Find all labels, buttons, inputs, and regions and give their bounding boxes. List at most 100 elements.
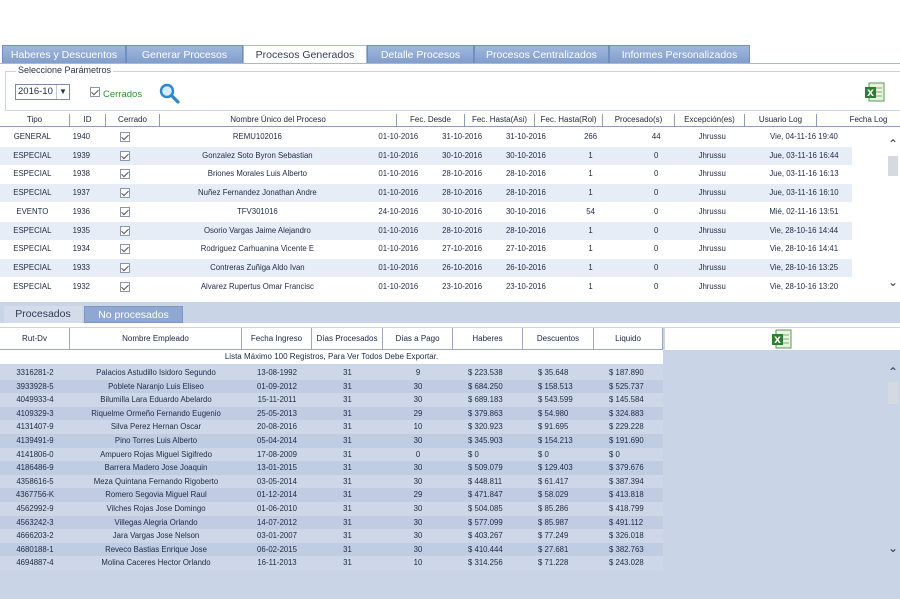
cell-liquido: $ 243.028	[609, 558, 644, 568]
tab-procesos-generados[interactable]: Procesos Generados	[243, 45, 367, 64]
cell-dias-procesados: 31	[343, 436, 352, 445]
column-header-excepciones[interactable]: Excepción(es)	[675, 114, 745, 127]
tab-no-procesados[interactable]: No procesados	[84, 306, 183, 323]
table-row[interactable]: ESPECIAL 1933 Contreras Zuñiga Aldo Ivan 01…	[0, 258, 852, 277]
cerrado-checkbox[interactable]	[98, 128, 148, 146]
table-row[interactable]: GENERAL 1940 REMU102016 01-10-2016 31-10-201…	[0, 128, 852, 146]
table-row[interactable]: ESPECIAL 1938 Briones Morales Luis Alberto…	[0, 165, 852, 183]
column-header-nombre-proceso[interactable]: Nombre Único del Proceso	[160, 114, 397, 127]
table-row[interactable]: ESPECIAL 1934 Rodriguez Carhuanina Vicente…	[0, 240, 852, 258]
excel-export-icon[interactable]: X	[864, 81, 886, 103]
cerrado-checkbox[interactable]	[98, 259, 148, 277]
cerrado-checkbox[interactable]	[98, 222, 148, 240]
cerrado-checkbox[interactable]	[98, 165, 148, 183]
cell-fec-hasta-rol: 30-10-2016	[505, 150, 546, 160]
tab-procesados[interactable]: Procesados	[4, 306, 82, 323]
processes-scrollbar[interactable]: ⌃ ⌄	[886, 138, 900, 288]
column-header-descuentos[interactable]: Descuentos	[523, 328, 594, 350]
column-header-fecha-log[interactable]: Fecha Log	[817, 114, 900, 127]
tab-haberes-descuentos[interactable]: Haberes y Descuentos	[2, 45, 126, 64]
tab-generar-procesos[interactable]: Generar Procesos	[126, 45, 243, 64]
check-icon[interactable]	[119, 188, 130, 199]
period-select[interactable]: 2016-10 ▼	[15, 84, 70, 100]
table-row[interactable]: 4141806-0 Ampuero Rojas Miguel Sigifredo 1…	[0, 447, 663, 462]
check-icon[interactable]	[119, 169, 130, 180]
table-row[interactable]: 4563242-3 Villegas Alegria Orlando 14-07-2…	[0, 515, 663, 530]
table-row[interactable]: ESPECIAL 1937 Nuñez Fernandez Jonathan And…	[0, 184, 852, 203]
employees-scrollbar[interactable]: ⌃ ⌄	[886, 366, 900, 556]
check-icon[interactable]	[119, 262, 130, 273]
column-header-fec-desde[interactable]: Fec. Desde	[397, 114, 465, 127]
column-header-cerrado[interactable]: Cerrado	[106, 114, 160, 127]
check-icon[interactable]	[119, 281, 130, 292]
column-header-fecha-ingreso[interactable]: Fecha Ingreso	[242, 328, 312, 350]
cell-liquido: $ 525.737	[609, 381, 644, 391]
cell-nombre-empleado: Pino Torres Luis Alberto	[114, 436, 198, 445]
scroll-thumb[interactable]	[888, 382, 898, 404]
tab-informes-personalizados[interactable]: Informes Personalizados	[609, 45, 750, 64]
table-row[interactable]: 4680188-1 Reveco Bastias Enrique Jose 06-0…	[0, 542, 663, 557]
table-row[interactable]: 4109329-3 Riquelme Ormeño Fernando Eugeni…	[0, 406, 663, 421]
cerrado-checkbox[interactable]	[98, 203, 148, 221]
cell-nombre-empleado: Riquelme Ormeño Fernando Eugenio	[91, 408, 221, 418]
check-icon[interactable]	[119, 244, 130, 255]
cell-liquido: $ 0	[609, 449, 620, 459]
scroll-up-icon[interactable]: ⌃	[886, 138, 900, 150]
table-row[interactable]: 4049933-4 Bilumilla Lara Eduardo Abelardo…	[0, 393, 663, 407]
search-icon[interactable]	[158, 82, 180, 104]
column-header-fec-hasta-asi[interactable]: Fec. Hasta(Asi)	[465, 114, 535, 127]
column-header-id[interactable]: ID	[70, 114, 106, 127]
table-row[interactable]: 4694887-4 Molina Caceres Hector Orlando 16…	[0, 556, 663, 570]
table-row[interactable]: 3933928-5 Poblete Naranjo Luis Eliseo 01-0…	[0, 379, 663, 394]
column-header-usuario-log[interactable]: Usuario Log	[745, 114, 817, 127]
cell-fecha-ingreso: 16-11-2013	[257, 558, 297, 568]
check-icon[interactable]	[119, 150, 130, 161]
column-header-liquido[interactable]: Liquido	[594, 328, 663, 350]
cerrado-checkbox[interactable]	[98, 278, 148, 296]
scroll-thumb[interactable]	[888, 156, 898, 176]
table-row[interactable]: ESPECIAL 1932 Alvarez Rupertus Omar Franci…	[0, 278, 852, 296]
cell-dias-procesados: 31	[343, 381, 352, 391]
column-header-haberes[interactable]: Haberes	[453, 328, 523, 350]
check-icon[interactable]	[119, 225, 130, 236]
column-header-nombre-empleado[interactable]: Nombre Empleado	[70, 328, 242, 350]
table-row[interactable]: 4358616-5 Meza Quintana Fernando Rigobert…	[0, 474, 663, 489]
cerrados-checkbox[interactable]	[90, 87, 100, 97]
cell-rut-dv: 3933928-5	[16, 381, 54, 391]
check-icon[interactable]	[119, 132, 130, 142]
excel-export-icon[interactable]: X	[771, 328, 793, 350]
table-row[interactable]: 4131407-9 Silva Perez Hernan Oscar 20-08-2…	[0, 420, 663, 434]
table-row[interactable]: 4666203-2 Jara Vargas Jose Nelson 03-01-20…	[0, 529, 663, 543]
tab-detalle-procesos[interactable]: Detalle Procesos	[367, 45, 474, 64]
table-row[interactable]: EVENTO 1936 TFV301016 24-10-2016 30-10-2016 3…	[0, 203, 852, 221]
cell-descuentos: $ 91.695	[538, 422, 569, 432]
table-row[interactable]: 4562992-9 Vilches Rojas Jose Domingo 01-06…	[0, 502, 663, 516]
cell-nombre-proceso: Nuñez Fernandez Jonathan Andre	[198, 188, 317, 198]
cell-liquido: $ 326.018	[609, 531, 644, 541]
table-row[interactable]: 4367756-K Romero Segovia Miguel Raul 01-12…	[0, 488, 663, 502]
cell-procesados: 1	[588, 244, 593, 254]
cell-dias-a-pago: 30	[413, 517, 423, 527]
cell-fec-desde: 01-10-2016	[378, 225, 419, 235]
table-row[interactable]: ESPECIAL 1939 Gonzalez Soto Byron Sebastia…	[0, 146, 852, 165]
column-header-dias-procesados[interactable]: Días Procesados	[312, 328, 383, 350]
cerrado-checkbox[interactable]	[98, 147, 148, 165]
cell-liquido: $ 413.818	[609, 490, 644, 500]
column-header-dias-a-pago[interactable]: Días a Pago	[383, 328, 453, 350]
check-icon[interactable]	[119, 206, 130, 217]
scroll-down-icon[interactable]: ⌄	[886, 542, 900, 554]
table-row[interactable]: 3316281-2 Palacios Astudillo Isidoro Segu…	[0, 366, 663, 380]
tab-procesos-centralizados[interactable]: Procesos Centralizados	[474, 45, 609, 64]
column-header-procesados[interactable]: Procesado(s)	[603, 114, 675, 127]
table-row[interactable]: ESPECIAL 1935 Osorio Vargas Jaime Alejandr…	[0, 221, 852, 240]
scroll-down-icon[interactable]: ⌄	[886, 276, 900, 288]
column-header-rut-dv[interactable]: Rut-Dv	[0, 328, 70, 350]
column-header-tipo[interactable]: Tipo	[0, 114, 70, 127]
cell-dias-a-pago: 30	[413, 504, 423, 513]
cerrado-checkbox[interactable]	[98, 240, 148, 258]
cerrado-checkbox[interactable]	[98, 184, 148, 202]
column-header-fec-hasta-rol[interactable]: Fec. Hasta(Rol)	[535, 114, 603, 127]
table-row[interactable]: 4186486-9 Barrera Madero Jose Joaquin 13-0…	[0, 461, 663, 475]
scroll-up-icon[interactable]: ⌃	[886, 366, 900, 378]
table-row[interactable]: 4139491-9 Pino Torres Luis Alberto 05-04-2…	[0, 434, 663, 448]
